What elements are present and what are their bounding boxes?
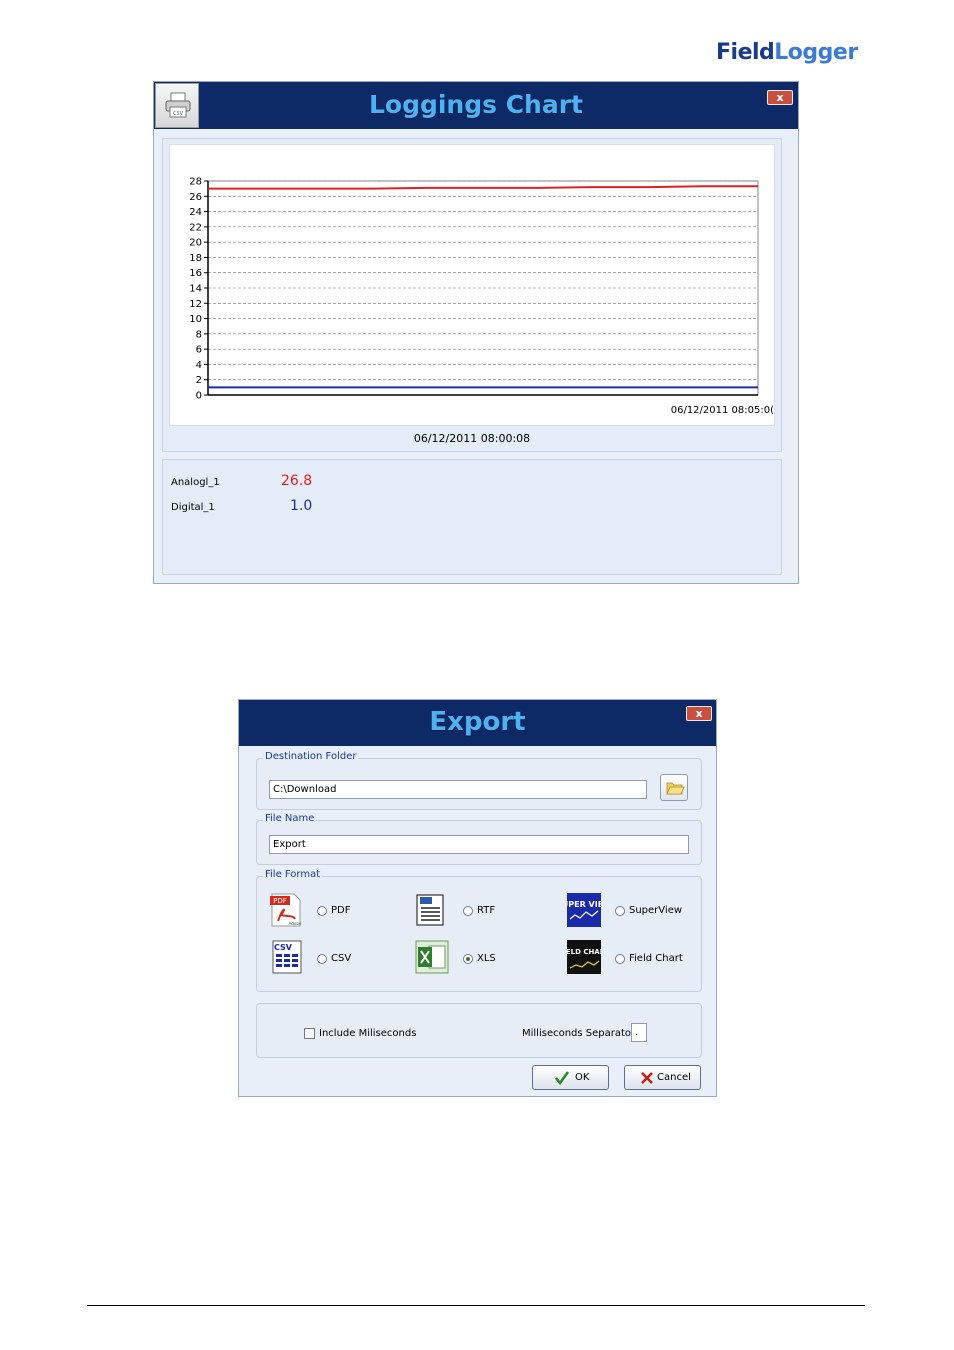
y-tick-label: 14 [189,284,202,295]
current-datetime: 06/12/2011 08:00:08 [413,432,531,445]
x-end-label: 06/12/2011 08:05:0( [671,405,774,416]
check-icon [554,1071,570,1086]
title-bar: CSV Loggings Chart x [154,82,798,129]
file-name-input[interactable]: Export [269,835,689,854]
y-tick-label: 4 [196,360,202,371]
channel-value-analog: 26.8 [281,473,313,489]
include-milliseconds-label: Include Miliseconds [319,1028,417,1039]
logo-part-2: Logger [774,40,858,65]
format-label-field-chart: Field Chart [629,953,683,964]
channel-name-analog: Analogl_1 [171,477,220,488]
milliseconds-separator-label: Milliseconds Separator [522,1028,636,1039]
y-tick-label: 8 [196,329,202,340]
y-tick-label: 22 [189,222,202,233]
ok-button[interactable]: OK [532,1065,609,1090]
browse-folder-button[interactable] [660,774,688,801]
pdf-icon: PDF Adobe [270,893,302,927]
file-format-group: File Format PDF Adobe PDF RTF SUPER VIEW [256,869,702,992]
folder-icon [666,782,685,795]
loggings-chart-window: CSV Loggings Chart x 0 2 4 6 8 10 12 14 16 18 20 22… [153,81,799,584]
title-bar: Export x [239,700,716,746]
close-icon: x [695,707,703,720]
y-tick-label: 10 [189,314,202,325]
radio-superview[interactable] [615,906,625,916]
file-format-label: File Format [263,869,323,880]
channel-value-digital: 1.0 [290,498,313,514]
y-tick-label: 18 [189,253,202,264]
superview-icon: SUPER VIEW [567,893,601,927]
chart-area: 0 2 4 6 8 10 12 14 16 18 20 22 24 26 28 06/12/2011 08:0… [169,144,775,426]
pdf-icon-subtext: Adobe [289,921,302,926]
format-label-csv: CSV [331,953,352,964]
y-tick-label: 24 [189,207,202,218]
format-label-pdf: PDF [331,905,351,916]
field-chart-icon: FIELD CHART [567,940,601,974]
radio-field-chart[interactable] [615,954,625,964]
footer-rule [87,1305,865,1306]
destination-folder-label: Destination Folder [263,751,359,762]
file-name-group: File Name Export [256,813,702,865]
pdf-icon-text: PDF [273,897,287,905]
line-chart: 024681012141618202224262806/12/2011 08:0… [189,177,774,417]
y-tick-label: 20 [189,238,202,249]
close-icon: x [776,91,784,104]
y-tick-label: 12 [189,299,202,310]
superview-icon-text: SUPER VIEW [567,900,601,909]
format-label-rtf: RTF [477,905,496,916]
include-milliseconds-checkbox[interactable] [304,1028,315,1039]
logo-part-1: Field [716,40,775,65]
y-tick-label: 0 [196,391,202,402]
file-name-label: File Name [263,813,317,824]
milliseconds-separator-input[interactable]: . [631,1023,647,1042]
chart-panel: 0 2 4 6 8 10 12 14 16 18 20 22 24 26 28 06/12/2011 08:0… [162,138,782,452]
y-tick-label: 28 [189,177,202,188]
destination-folder-group: Destination Folder C:\Download [256,751,702,810]
cancel-button[interactable]: Cancel [624,1065,701,1090]
radio-rtf[interactable] [463,906,473,916]
xls-icon [415,940,449,974]
close-button[interactable]: x [767,90,793,105]
fieldlogger-logo: FieldLogger [716,40,858,65]
format-label-superview: SuperView [629,905,683,916]
y-tick-label: 26 [189,192,202,203]
milliseconds-group: Include Miliseconds Milliseconds Separat… [256,1003,702,1058]
close-button[interactable]: x [686,706,712,721]
rtf-icon [416,894,444,926]
channel-values-panel: Analogl_1 26.8 Digital_1 1.0 [162,459,782,575]
y-tick-label: 2 [196,375,202,386]
window-title: Export [429,707,526,737]
export-window: Export x Destination Folder C:\Download … [238,699,717,1097]
radio-pdf[interactable] [317,906,327,916]
radio-csv[interactable] [317,954,327,964]
destination-folder-input[interactable]: C:\Download [269,780,647,799]
ok-label: OK [575,1072,590,1083]
radio-xls[interactable] [463,954,473,964]
cancel-label: Cancel [657,1072,691,1083]
field-chart-icon-text: FIELD CHART [567,948,601,956]
window-title: Loggings Chart [368,90,584,119]
format-label-xls: XLS [477,953,496,964]
csv-icon-text: CSV [274,943,293,952]
channel-name-digital: Digital_1 [171,502,215,513]
y-tick-label: 16 [189,268,202,279]
x-icon [641,1072,653,1084]
y-tick-label: 6 [196,345,202,356]
csv-icon: CSV [272,940,302,974]
